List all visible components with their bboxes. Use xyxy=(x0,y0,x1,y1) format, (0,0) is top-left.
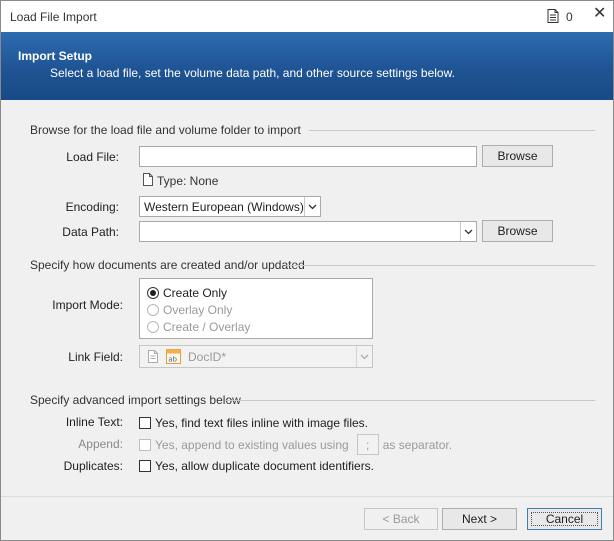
radio-overlay-only[interactable]: Overlay Only xyxy=(147,302,232,317)
radio-create-overlay[interactable]: Create / Overlay xyxy=(147,319,250,334)
svg-text:ab: ab xyxy=(168,356,177,364)
import-mode-group: Create Only Overlay Only Create / Overla… xyxy=(139,278,373,339)
close-icon[interactable]: ✕ xyxy=(593,6,606,22)
inline-text-label: Inline Text: xyxy=(65,415,123,429)
load-file-type: Type: None xyxy=(157,174,219,188)
link-field-label: Link Field: xyxy=(68,350,123,364)
inline-text-description: Yes, find text files inline with image f… xyxy=(155,415,368,430)
load-file-browse-button[interactable]: Browse xyxy=(482,145,553,167)
append-description: Yes, append to existing values using xyxy=(155,437,349,452)
append-suffix: as separator. xyxy=(382,437,453,452)
append-option[interactable]: Yes, append to existing values using ; a… xyxy=(139,434,452,455)
encoding-select[interactable]: Western European (Windows) xyxy=(139,196,321,217)
button-bar xyxy=(1,496,613,540)
title-bar: Load File Import 0 ✕ xyxy=(1,1,613,32)
section-divider xyxy=(225,400,595,401)
duplicates-label: Duplicates: xyxy=(63,459,123,473)
load-file-input[interactable] xyxy=(139,146,477,167)
data-path-select[interactable] xyxy=(139,221,477,242)
cancel-button[interactable]: Cancel xyxy=(527,508,602,530)
chevron-down-icon[interactable] xyxy=(304,197,320,216)
encoding-value: Western European (Windows) xyxy=(144,200,304,214)
browse-section-heading: Browse for the load file and volume fold… xyxy=(30,123,301,137)
data-path-browse-button[interactable]: Browse xyxy=(482,220,553,242)
radio-create-only[interactable]: Create Only xyxy=(147,285,227,300)
section-divider xyxy=(309,130,595,131)
advanced-section-heading: Specify advanced import settings below xyxy=(30,393,241,407)
chevron-down-icon[interactable] xyxy=(460,222,476,241)
import-mode-label: Import Mode: xyxy=(52,298,123,312)
radio-label: Overlay Only xyxy=(163,302,233,317)
next-button[interactable]: Next > xyxy=(442,508,517,530)
data-path-label: Data Path: xyxy=(62,225,119,239)
notification-count: 0 xyxy=(566,10,573,24)
document-icon[interactable] xyxy=(547,9,559,23)
duplicates-description: Yes, allow duplicate document identifier… xyxy=(155,458,375,473)
radio-label: Create / Overlay xyxy=(163,319,251,334)
link-field-select[interactable]: ab DocID* xyxy=(139,345,373,368)
duplicates-checkbox[interactable] xyxy=(139,459,151,472)
append-label: Append: xyxy=(78,437,123,451)
window-title: Load File Import xyxy=(10,10,97,24)
text-field-icon: ab xyxy=(166,349,181,364)
header-banner: Import Setup Select a load file, set the… xyxy=(1,32,613,100)
radio-button[interactable] xyxy=(147,303,159,316)
banner-subtitle: Select a load file, set the volume data … xyxy=(50,66,455,80)
radio-button[interactable] xyxy=(147,286,159,299)
inline-text-option[interactable]: Yes, find text files inline with image f… xyxy=(139,415,368,430)
separator-input[interactable]: ; xyxy=(356,434,379,455)
create-section-heading: Specify how documents are created and/or… xyxy=(30,258,305,272)
section-divider xyxy=(286,265,595,266)
append-checkbox[interactable] xyxy=(139,438,151,451)
banner-title: Import Setup xyxy=(18,49,92,63)
radio-button[interactable] xyxy=(147,320,159,333)
load-file-import-dialog: Load File Import 0 ✕ Import Setup Select… xyxy=(0,0,614,541)
focus-indicator xyxy=(531,512,598,526)
document-icon xyxy=(148,350,158,363)
chevron-down-icon[interactable] xyxy=(356,346,372,367)
inline-text-checkbox[interactable] xyxy=(139,416,151,429)
back-button[interactable]: < Back xyxy=(364,508,438,530)
radio-label: Create Only xyxy=(163,285,228,300)
document-icon xyxy=(143,173,153,186)
load-file-label: Load File: xyxy=(66,150,119,164)
encoding-label: Encoding: xyxy=(65,200,119,214)
link-field-value: DocID* xyxy=(188,350,227,364)
duplicates-option[interactable]: Yes, allow duplicate document identifier… xyxy=(139,458,374,473)
